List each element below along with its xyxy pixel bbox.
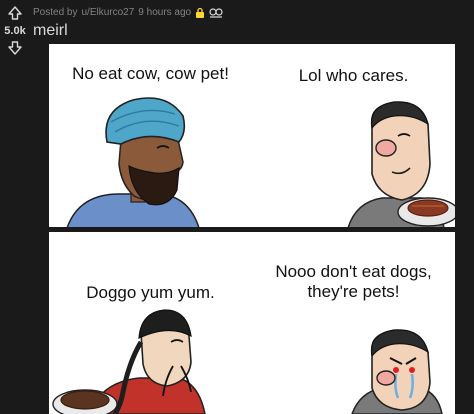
post-meta: Posted by u/Elkurco27 9 hours ago — [33, 4, 223, 20]
smug-man-illustration — [347, 101, 455, 228]
comic-panel-1: No eat cow, cow pet! — [49, 44, 252, 228]
lock-icon — [196, 7, 205, 18]
mod-shield-icon — [209, 7, 223, 18]
upvote-button[interactable] — [4, 2, 26, 24]
downvote-button[interactable] — [4, 37, 26, 59]
crying-man-illustration — [351, 329, 443, 414]
vote-column: 5.0k — [0, 0, 30, 414]
turban-man-illustration — [66, 97, 200, 228]
posted-by-label: Posted by — [33, 6, 78, 18]
post-image[interactable]: No eat cow, cow pet! Lol who cares. Dogg… — [49, 44, 455, 414]
author-link[interactable]: u/Elkurco27 — [81, 7, 134, 18]
post-time[interactable]: 9 hours ago — [138, 7, 191, 18]
queue-man-illustration — [52, 309, 206, 414]
comic-panel-4: Nooo don't eat dogs, they're pets! — [252, 232, 455, 414]
post-title[interactable]: meirl — [33, 22, 68, 40]
arrow-up-icon — [8, 6, 22, 20]
arrow-down-icon — [8, 41, 22, 55]
comic-panel-3: Doggo yum yum. — [49, 232, 252, 414]
comic-panel-2: Lol who cares. — [252, 44, 455, 228]
vote-score: 5.0k — [4, 25, 26, 37]
